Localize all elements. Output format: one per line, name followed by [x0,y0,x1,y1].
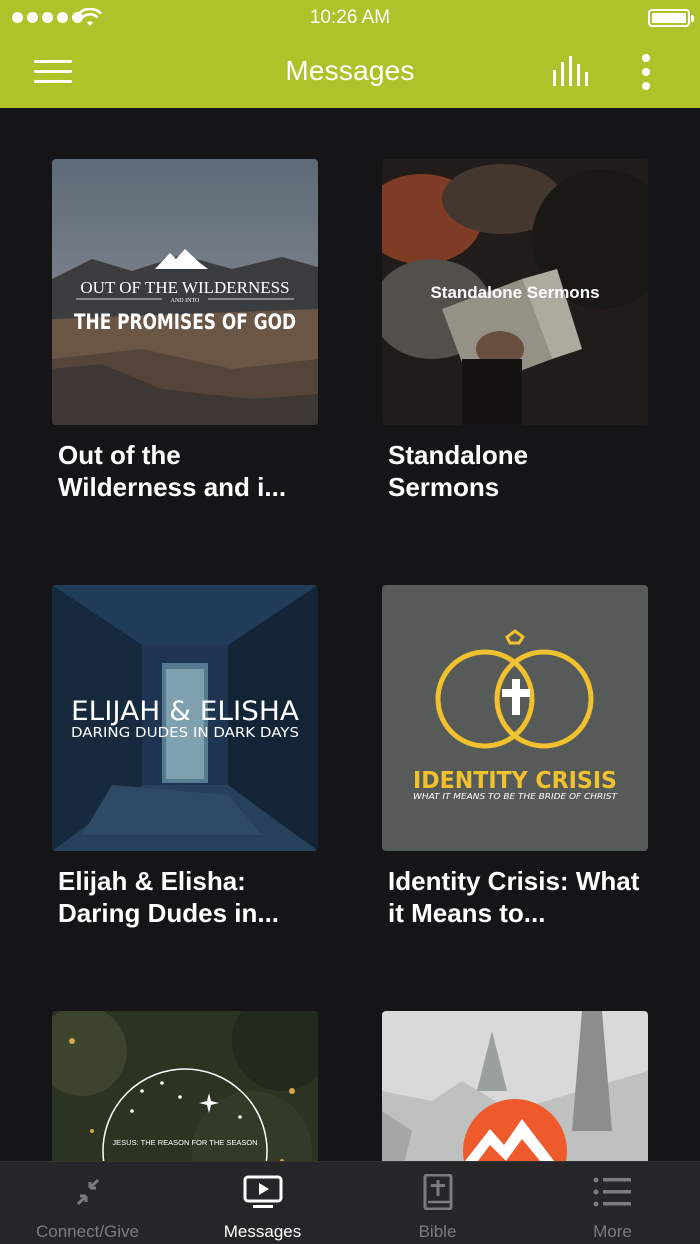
artwork-main-text: THE PROMISES OF GOD [74,310,296,334]
series-artwork: ELIJAH & ELISHA DARING DUDES IN DARK DAY… [52,585,318,851]
series-title: Standalone Sermons [388,440,529,502]
nav-bar: Messages [0,36,700,108]
tab-bar: Connect/Give Messages Bible More [0,1161,700,1244]
list-icon [593,1177,631,1207]
artwork-small-text: AND INTO [171,298,200,304]
series-title: Identity Crisis: What it Means to... [388,866,640,928]
overflow-menu-button[interactable] [636,52,658,92]
artwork-sub-text: WHAT IT MEANS TO BE THE BRIDE OF CHRIST [413,792,618,801]
tab-label: Connect/Give [36,1222,139,1241]
series-artwork: OUT OF THE WILDERNESS AND INTO THE PROMI… [52,159,318,425]
app-screen: 10:26 AM Messages OUT OF THE WILDERNESS … [0,0,700,1244]
series-artwork: Standalone Sermons [382,159,648,425]
series-title: Out of the Wilderness and i... [58,440,287,502]
artwork-sub-text: DARING DUDES IN DARK DAYS [71,726,299,741]
series-card[interactable]: IDENTITY CRISIS WHAT IT MEANS TO BE THE … [382,585,648,929]
series-card[interactable] [382,1011,648,1162]
series-grid: OUT OF THE WILDERNESS AND INTO THE PROMI… [0,108,700,1162]
tab-bible[interactable]: Bible [350,1162,525,1244]
artwork-main-text: ELIJAH & ELISHA [71,696,300,727]
artwork-top-text: OUT OF THE WILDERNESS [80,278,289,297]
tab-label: More [593,1222,632,1241]
tab-messages[interactable]: Messages [175,1162,350,1244]
series-card[interactable]: ELIJAH & ELISHA DARING DUDES IN DARK DAY… [52,585,318,929]
compress-arrows-icon [76,1178,99,1206]
tv-play-icon [243,1175,282,1208]
status-bar: 10:26 AM [0,0,700,36]
tab-connect-give[interactable]: Connect/Give [0,1162,175,1244]
tab-more[interactable]: More [525,1162,700,1244]
app-header: 10:26 AM Messages [0,0,700,108]
artwork-main-text: IDENTITY CRISIS [413,768,617,794]
audio-bars-icon[interactable] [551,56,593,88]
status-time: 10:26 AM [309,7,391,28]
series-card[interactable]: OUT OF THE WILDERNESS AND INTO THE PROMI… [52,159,318,503]
hamburger-menu-button[interactable] [34,58,72,86]
battery-icon [648,9,694,27]
series-title: Elijah & Elisha: Daring Dudes in... [58,866,280,928]
tab-label: Messages [223,1222,302,1241]
page-title: Messages [285,55,415,86]
bible-icon [423,1174,452,1210]
artwork-text: JESUS: THE REASON FOR THE SEASON [112,1138,257,1147]
series-artwork [382,1011,648,1162]
series-artwork: JESUS: THE REASON FOR THE SEASON [52,1011,318,1162]
series-card[interactable]: Standalone Sermons Standalone Sermons [382,159,648,503]
series-artwork: IDENTITY CRISIS WHAT IT MEANS TO BE THE … [382,585,648,851]
tab-label: Bible [418,1222,457,1241]
artwork-text: Standalone Sermons [430,283,599,302]
series-card[interactable]: JESUS: THE REASON FOR THE SEASON [52,1011,318,1162]
